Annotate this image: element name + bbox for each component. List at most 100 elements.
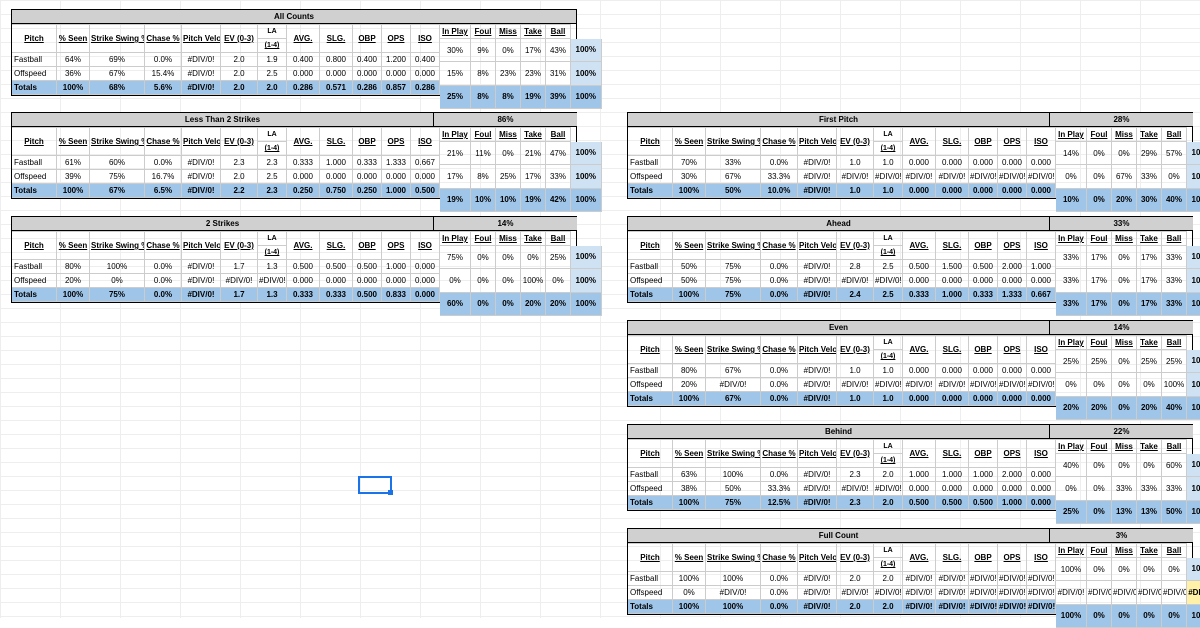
cell[interactable]: 0.0% (761, 288, 798, 302)
cell[interactable]: 100% (673, 572, 706, 586)
cell[interactable]: 25% (440, 85, 471, 108)
cell[interactable]: 67% (1112, 165, 1137, 188)
cell[interactable]: #DIV/0! (182, 81, 221, 95)
cell[interactable]: #DIV/0! (258, 274, 287, 288)
cell[interactable]: 0.000 (903, 156, 936, 170)
cell[interactable]: #DIV/0! (798, 260, 837, 274)
cell[interactable]: 0.000 (287, 170, 320, 184)
cell[interactable]: #DIV/0! (182, 53, 221, 67)
cell[interactable]: #DIV/0! (998, 600, 1027, 614)
cell[interactable]: 1.200 (382, 53, 411, 67)
row-totals-label[interactable]: Totals (628, 496, 673, 510)
cell[interactable]: 100% (706, 468, 761, 482)
cell[interactable]: 1.0 (837, 184, 874, 198)
cell[interactable]: 67% (706, 364, 761, 378)
row-offspeed-label[interactable]: Offspeed (12, 67, 57, 81)
cell[interactable]: 43% (546, 39, 571, 62)
cell[interactable]: 0% (1137, 558, 1162, 581)
cell[interactable]: 0.000 (969, 156, 998, 170)
cell[interactable]: 60% (1162, 454, 1187, 477)
cell[interactable]: 33% (1056, 246, 1087, 269)
cell[interactable]: #DIV/0! (936, 378, 969, 392)
cell[interactable]: 1.0 (837, 156, 874, 170)
cell[interactable]: 0.000 (353, 67, 382, 81)
cell[interactable]: #DIV/0! (874, 482, 903, 496)
cell[interactable]: 33% (1162, 477, 1187, 500)
cell-total[interactable]: 100% (1187, 292, 1200, 315)
cell[interactable]: 2.0 (874, 496, 903, 510)
cell[interactable]: 70% (673, 156, 706, 170)
cell[interactable]: 50% (1162, 500, 1187, 523)
cell[interactable]: 1.0 (874, 392, 903, 406)
cell[interactable]: 1.0 (874, 156, 903, 170)
cell[interactable]: 40% (1162, 396, 1187, 419)
cell[interactable]: 2.4 (837, 288, 874, 302)
cell-total[interactable]: 100% (571, 165, 602, 188)
cell[interactable]: 100% (90, 260, 145, 274)
cell[interactable]: 0% (1056, 373, 1087, 396)
cell[interactable]: #DIV/0! (798, 600, 837, 614)
cell[interactable]: 1.9 (258, 53, 287, 67)
cell[interactable]: 33% (1056, 269, 1087, 292)
cell[interactable]: 0.000 (411, 170, 440, 184)
cell[interactable]: 6.5% (145, 184, 182, 198)
cell-total[interactable]: 100% (1187, 246, 1200, 269)
cell[interactable]: #DIV/0! (1027, 572, 1056, 586)
cell[interactable]: 17% (1137, 292, 1162, 315)
cell[interactable]: 0% (1087, 165, 1112, 188)
cell[interactable]: 0.000 (320, 274, 353, 288)
cell[interactable]: 33% (1162, 269, 1187, 292)
cell[interactable]: 100% (57, 184, 90, 198)
cell[interactable]: #DIV/0! (1027, 378, 1056, 392)
cell-total[interactable]: 100% (571, 85, 602, 108)
cell[interactable]: 0% (1112, 350, 1137, 373)
cell[interactable]: #DIV/0! (1087, 581, 1112, 604)
cell[interactable]: 0.500 (287, 260, 320, 274)
cell[interactable]: #DIV/0! (798, 378, 837, 392)
cell[interactable]: #DIV/0! (998, 586, 1027, 600)
cell[interactable]: 10% (471, 188, 496, 211)
cell[interactable]: 0.286 (353, 81, 382, 95)
cell[interactable]: 1.000 (320, 156, 353, 170)
cell[interactable]: 0% (1056, 165, 1087, 188)
cell[interactable]: 19% (521, 85, 546, 108)
cell[interactable]: 0.800 (320, 53, 353, 67)
cell[interactable]: 0.000 (903, 392, 936, 406)
cell[interactable]: 2.5 (258, 170, 287, 184)
cell[interactable]: 0.000 (903, 274, 936, 288)
cell[interactable]: 0.0% (145, 288, 182, 302)
cell[interactable]: 0.000 (998, 392, 1027, 406)
cell[interactable]: 75% (706, 274, 761, 288)
cell[interactable]: 33% (706, 156, 761, 170)
row-offspeed-label[interactable]: Offspeed (628, 170, 673, 184)
cell-total[interactable]: 100% (1187, 454, 1200, 477)
cell[interactable]: 0.0% (145, 156, 182, 170)
row-fastball-label[interactable]: Fastball (12, 260, 57, 274)
cell[interactable]: 1.000 (936, 468, 969, 482)
cell[interactable]: #DIV/0! (969, 600, 998, 614)
cell[interactable]: 100% (1056, 604, 1087, 627)
cell[interactable]: 0% (496, 246, 521, 269)
cell[interactable]: 50% (706, 482, 761, 496)
cell[interactable]: 0.000 (411, 67, 440, 81)
cell[interactable]: 10% (1056, 188, 1087, 211)
cell[interactable]: 100% (521, 269, 546, 292)
cell[interactable]: 0.000 (936, 364, 969, 378)
cell[interactable]: #DIV/0! (221, 274, 258, 288)
cell[interactable]: 2.3 (837, 496, 874, 510)
cell[interactable]: 0.0% (145, 53, 182, 67)
row-totals-label[interactable]: Totals (628, 288, 673, 302)
cell[interactable]: 0% (1112, 292, 1137, 315)
cell[interactable]: 0.250 (353, 184, 382, 198)
cell[interactable]: 75% (706, 496, 761, 510)
cell[interactable]: 100% (1056, 558, 1087, 581)
cell[interactable]: 0% (1087, 558, 1112, 581)
cell[interactable]: #DIV/0! (1027, 586, 1056, 600)
cell[interactable]: #DIV/0! (1056, 581, 1087, 604)
cell[interactable]: 63% (673, 468, 706, 482)
cell-total[interactable]: 100% (1187, 477, 1200, 500)
cell[interactable]: 0% (1087, 604, 1112, 627)
cell[interactable]: 2.2 (221, 184, 258, 198)
cell[interactable]: 0.286 (287, 81, 320, 95)
cell-total[interactable]: 100% (1187, 188, 1200, 211)
